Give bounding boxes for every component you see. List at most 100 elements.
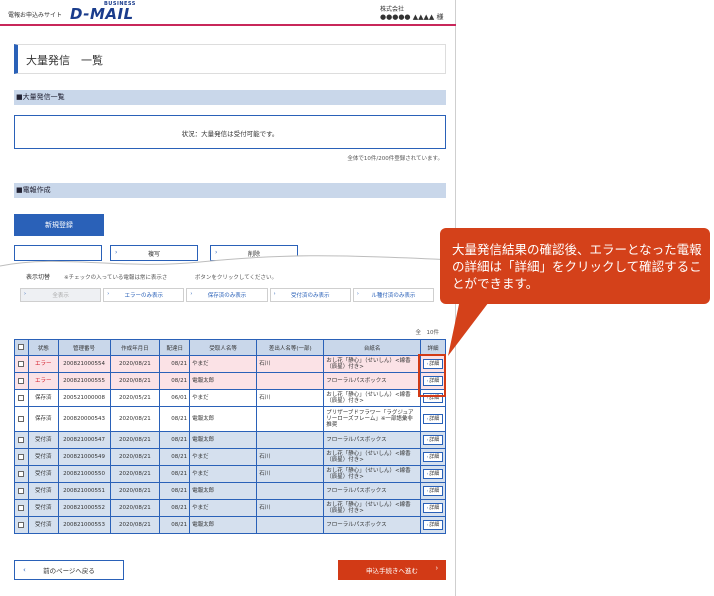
table-body: エラー 200821000554 2020/08/21 08/21 やまだ 石川 おし花「静… [14,355,447,534]
row-mount: フローラルパスボックス [323,516,421,534]
table-row: 保存済 200820000543 2020/08/21 08/21 電報太郎 プリザーブド… [14,406,447,432]
table-row: 受付済 200821000550 2020/08/21 08/21 やまだ 石川 おし花「静… [14,465,447,483]
row-id: 200821000551 [57,482,111,500]
row-recipient: 電報太郎 [189,372,258,390]
table-header-row: 状態 管理番号 作成年月日 配達日 受取人名等 差出人名等(一部) 台紙名 詳細 [14,339,447,356]
table-row: 受付済 200821000553 2020/08/21 08/21 電報太郎 フローラルパ… [14,516,447,534]
proceed-button[interactable]: 申込手続きへ進む › [338,560,446,580]
detail-button[interactable]: › 詳細 [422,520,443,530]
detail-button[interactable]: › 詳細 [422,486,443,496]
row-recipient: やまだ [189,499,258,517]
detail-button[interactable]: › 詳細 [422,414,443,424]
row-select-cell[interactable] [14,372,29,390]
table-row: 受付済 200821000549 2020/08/21 08/21 やまだ 石川 おし花「静… [14,448,447,466]
table-row: エラー 200821000554 2020/08/21 08/21 やまだ 石川 おし花「静… [14,355,447,373]
row-mount: フローラルパスボックス [323,372,421,390]
row-select-cell[interactable] [14,389,29,407]
row-checkbox[interactable] [18,453,25,460]
row-id: 200821000550 [57,465,111,483]
row-checkbox[interactable] [18,504,25,511]
filter-note: ※チェックの入っている電報は常に表示さ ボタンをクリックしてください。 [64,275,278,281]
row-sender: 石川 [256,465,325,483]
table-row: 受付済 200821000547 2020/08/21 08/21 電報太郎 フローラルパ… [14,431,447,449]
row-detail-cell: › 詳細 [419,465,447,483]
column-header: 受取人名等 [189,339,258,356]
filter-error-button[interactable]: › エラーのみ表示 [103,288,185,302]
row-mount: おし花「静心」（せいしん）<線香（辰星）付き> [323,389,421,407]
status-message: 状況：大量発信は受付可能です。 [181,130,279,138]
row-status: 受付済 [27,499,59,517]
row-checkbox[interactable] [18,487,25,494]
filter-label: 表示切替 [26,274,51,281]
row-select-cell[interactable] [14,355,29,373]
row-select-cell[interactable] [14,499,29,517]
row-created: 2020/05/21 [109,389,161,407]
filter-all-button[interactable]: › 全表示 [20,288,102,302]
filter-bar: › 全表示 › エラーのみ表示 › 保存済のみ表示 › 受付済のみ表示 › ル種… [20,288,436,304]
chevron-right-icon: › [426,521,429,527]
row-created: 2020/08/21 [109,431,161,449]
row-checkbox[interactable] [18,377,25,384]
row-select-cell[interactable] [14,465,29,483]
row-select-cell[interactable] [14,482,29,500]
section-header-create-label: ■電報作成 [16,186,51,194]
chevron-right-icon: › [426,453,429,459]
detail-button[interactable]: › 詳細 [422,469,443,479]
row-mount: おし花「静心」（せいしん）<線香（辰星）付き> [323,465,421,483]
row-select-cell[interactable] [14,431,29,449]
row-delivery: 08/21 [159,372,191,390]
row-delivery: 08/21 [159,355,191,373]
row-select-cell[interactable] [14,516,29,534]
section-header-list-label: ■大量発信一覧 [16,93,65,101]
detail-button[interactable]: › 詳細 [422,452,443,462]
chevron-right-icon: › [426,415,429,421]
chevron-right-icon: › [24,291,26,297]
user-name: ●●●●● ▲▲▲▲ 様 [380,13,444,21]
row-recipient: 電報太郎 [189,431,258,449]
callout-bubble: 大量発信結果の確認後、エラーとなった電報の詳細は「詳細」をクリックして確認するこ… [440,228,710,304]
logo-subtitle: 電報お申込みサイト [8,12,63,19]
new-register-button[interactable]: 新規登録 [14,214,104,236]
column-header-select[interactable] [14,339,29,356]
row-detail-cell: › 詳細 [419,516,447,534]
row-checkbox[interactable] [18,470,25,477]
row-select-cell[interactable] [14,448,29,466]
chevron-right-icon: › [107,291,110,297]
row-sender [256,372,325,390]
row-checkbox[interactable] [18,360,25,367]
row-recipient: 電報太郎 [189,516,258,534]
site-logo[interactable]: D-MAIL [70,5,134,23]
detail-button[interactable]: › 詳細 [422,435,443,445]
row-created: 2020/08/21 [109,516,161,534]
row-checkbox[interactable] [18,436,25,443]
proceed-button-label: 申込手続きへ進む [366,568,418,575]
page-title-box: 大量発信 一覧 [14,44,446,74]
row-id: 200821000553 [57,516,111,534]
row-checkbox[interactable] [18,394,25,401]
row-status: 受付済 [27,431,59,449]
page: 電報お申込みサイト BUSINESS D-MAIL 株式会社 ●●●●● ▲▲▲… [0,0,456,596]
row-mount: おし花「静心」（せいしん）<線香（辰星）付き> [323,448,421,466]
filter-saved-button[interactable]: › 保存済のみ表示 [186,288,268,302]
row-mount: おし花「静心」（せいしん）<線香（辰星）付き> [323,355,421,373]
row-mount: フローラルパスボックス [323,482,421,500]
row-created: 2020/08/21 [109,448,161,466]
row-checkbox[interactable] [18,415,25,422]
row-delivery: 08/21 [159,448,191,466]
row-status: エラー [27,355,59,373]
row-mount: おし花「静心」（せいしん）<線香（辰星）付き> [323,499,421,517]
row-select-cell[interactable] [14,406,29,432]
detail-button[interactable]: › 詳細 [422,503,443,513]
filter-other-button[interactable]: › ル種付済のみ表示 [352,288,435,302]
back-button[interactable]: ‹ 前のページへ戻る [14,560,124,580]
row-sender [256,516,325,534]
select-all-checkbox[interactable] [18,344,25,351]
row-recipient: 電報太郎 [189,482,258,500]
column-header: 作成年月日 [109,339,161,356]
row-checkbox[interactable] [18,521,25,528]
row-recipient: やまだ [189,465,258,483]
row-delivery: 08/21 [159,431,191,449]
list-count: 全 10件 [415,330,440,336]
filter-accepted-button[interactable]: › 受付済のみ表示 [269,288,351,302]
row-status: エラー [27,372,59,390]
